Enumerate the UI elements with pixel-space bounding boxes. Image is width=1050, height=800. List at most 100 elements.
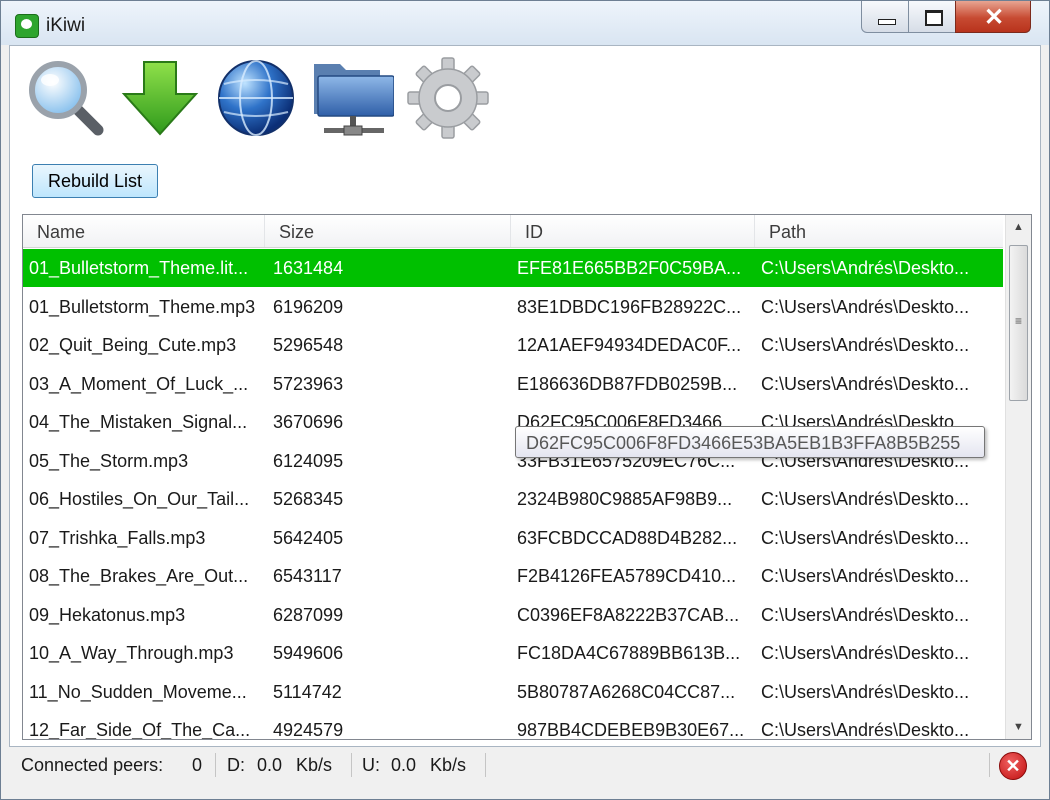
table-row[interactable]: 03_A_Moment_Of_Luck_... 5723963 E186636DB8…	[23, 365, 1003, 403]
row-name: 08_The_Brakes_Are_Out...	[29, 566, 249, 586]
status-separator	[485, 753, 486, 777]
row-size: 3670696	[273, 412, 344, 432]
row-size: 1631484	[273, 258, 344, 278]
toolbar	[18, 54, 518, 146]
upload-speed-unit: Kb/s	[430, 755, 467, 775]
row-path: C:\Users\Andrés\Deskto...	[761, 566, 970, 586]
table-row[interactable]: 01_Bulletstorm_Theme.lit... 1631484 EFE81E…	[23, 249, 1003, 287]
row-id: 12A1AEF94934DEDAC0F...	[517, 335, 742, 355]
row-path: C:\Users\Andrés\Deskto...	[761, 258, 970, 278]
file-list[interactable]: Name Size ID Path 01_Bulletstorm_Theme.l…	[22, 214, 1032, 740]
row-id: EFE81E665BB2F0C59BA...	[517, 258, 742, 278]
connected-peers-label: Connected peers:	[21, 755, 164, 775]
table-row[interactable]: 01_Bulletstorm_Theme.mp3 6196209 83E1DBDC1…	[23, 288, 1003, 326]
row-path: C:\Users\Andrés\Deskto...	[761, 296, 970, 317]
row-size: 5296548	[273, 335, 344, 355]
table-row[interactable]: 11_No_Sudden_Moveme... 5114742 5B80787A626…	[23, 673, 1003, 711]
search-icon[interactable]	[24, 56, 108, 140]
row-name: 12_Far_Side_Of_The_Ca...	[29, 720, 251, 740]
upload-speed-label: U:	[362, 755, 380, 775]
row-size: 5949606	[273, 643, 344, 663]
column-header-id[interactable]: ID	[511, 215, 755, 247]
status-bar: Connected peers: 0 D: 0.0 Kb/s U: 0.0 Kb…	[9, 747, 1039, 783]
ikiwi-app-icon[interactable]	[15, 14, 39, 38]
row-size: 4924579	[273, 720, 344, 740]
error-icon[interactable]: ✕	[999, 752, 1027, 780]
row-path: C:\Users\Andrés\Deskto...	[761, 720, 970, 740]
main-panel: Rebuild List Name Size ID Path 01_Bullet…	[9, 45, 1041, 747]
row-path: C:\Users\Andrés\Deskto...	[761, 335, 970, 355]
table-row[interactable]: 09_Hekatonus.mp3 6287099 C0396EF8A8222B37C…	[23, 596, 1003, 634]
table-row[interactable]: 10_A_Way_Through.mp3 5949606 FC18DA4C67889…	[23, 634, 1003, 672]
row-name: 02_Quit_Being_Cute.mp3	[29, 335, 237, 355]
row-id: 2324B980C9885AF98B9...	[517, 489, 733, 509]
row-name: 06_Hostiles_On_Our_Tail...	[29, 489, 250, 509]
table-row[interactable]: 07_Trishka_Falls.mp3 5642405 63FCBDCCAD88D…	[23, 519, 1003, 557]
row-size: 6543117	[273, 566, 342, 586]
settings-gear-icon[interactable]	[406, 56, 490, 140]
row-id: 987BB4CDEBEB9B30E67...	[517, 720, 745, 740]
row-id: 63FCBDCCAD88D4B282...	[517, 527, 738, 548]
grip-icon: ≡	[1014, 314, 1022, 328]
table-row[interactable]: 06_Hostiles_On_Our_Tail... 5268345 2324B98…	[23, 480, 1003, 518]
rebuild-list-button[interactable]: Rebuild List	[32, 164, 158, 198]
row-id: E186636DB87FDB0259B...	[517, 373, 738, 394]
row-size: 5723963	[273, 373, 344, 394]
window-title: iKiwi	[46, 15, 86, 36]
globe-icon[interactable]	[214, 56, 298, 140]
table-row[interactable]: 02_Quit_Being_Cute.mp3 5296548 12A1AEF9493…	[23, 326, 1003, 364]
row-name: 01_Bulletstorm_Theme.lit...	[29, 258, 249, 278]
row-name: 04_The_Mistaken_Signal...	[29, 412, 248, 432]
vertical-scrollbar[interactable]: ▲ ≡ ▼	[1005, 215, 1031, 739]
row-id: 5B80787A6268C04CC87...	[517, 681, 736, 702]
download-speed-unit: Kb/s	[296, 755, 333, 775]
row-size: 5268345	[273, 489, 344, 509]
row-path: C:\Users\Andrés\Deskto...	[761, 527, 970, 548]
close-button[interactable]: ✕	[955, 1, 1031, 33]
download-speed-label: D:	[227, 755, 245, 775]
row-size: 5642405	[273, 527, 344, 548]
list-header: Name Size ID Path	[23, 215, 1003, 248]
row-name: 01_Bulletstorm_Theme.mp3	[29, 296, 256, 317]
minimize-button[interactable]	[861, 1, 909, 33]
status-separator	[351, 753, 352, 777]
app-window: iKiwi ✕ Rebuild List Name Size ID Path 0…	[0, 0, 1050, 800]
row-path: C:\Users\Andrés\Deskto...	[761, 489, 970, 509]
scrollbar-thumb[interactable]: ≡	[1009, 245, 1028, 401]
row-path: C:\Users\Andrés\Deskto...	[761, 643, 970, 663]
row-size: 5114742	[273, 681, 342, 702]
row-id: 83E1DBDC196FB28922C...	[517, 296, 742, 317]
row-size: 6124095	[273, 450, 344, 471]
connected-peers-value: 0	[192, 755, 203, 775]
maximize-icon	[925, 10, 943, 26]
close-icon: ✕	[983, 4, 1005, 31]
row-name: 05_The_Storm.mp3	[29, 450, 189, 471]
row-name: 09_Hekatonus.mp3	[29, 604, 186, 625]
download-icon[interactable]	[118, 56, 202, 140]
column-header-name[interactable]: Name	[23, 215, 265, 247]
maximize-button[interactable]	[908, 1, 956, 33]
column-header-path[interactable]: Path	[755, 215, 1003, 247]
row-size: 6196209	[273, 296, 344, 317]
title-bar[interactable]: iKiwi ✕	[1, 1, 1049, 45]
minimize-icon	[878, 19, 896, 25]
status-separator	[215, 753, 216, 777]
row-path: C:\Users\Andrés\Deskto...	[761, 681, 970, 702]
row-name: 10_A_Way_Through.mp3	[29, 643, 234, 663]
row-name: 03_A_Moment_Of_Luck_...	[29, 373, 249, 394]
row-id: F2B4126FEA5789CD410...	[517, 566, 737, 586]
table-row[interactable]: 12_Far_Side_Of_The_Ca... 4924579 987BB4CDE…	[23, 711, 1003, 740]
row-id: FC18DA4C67889BB613B...	[517, 643, 741, 663]
status-separator	[989, 753, 990, 777]
shared-folder-icon[interactable]	[310, 56, 395, 140]
row-name: 11_No_Sudden_Moveme...	[29, 681, 247, 702]
scroll-down-icon[interactable]: ▼	[1006, 715, 1031, 739]
upload-speed-value: 0.0	[391, 755, 417, 775]
row-path: C:\Users\Andrés\Deskto...	[761, 373, 970, 394]
column-header-size[interactable]: Size	[265, 215, 511, 247]
table-row[interactable]: 08_The_Brakes_Are_Out... 6543117 F2B4126FE…	[23, 557, 1003, 595]
scroll-up-icon[interactable]: ▲	[1006, 215, 1031, 239]
download-speed-value: 0.0	[257, 755, 283, 775]
row-size: 6287099	[273, 604, 344, 625]
id-tooltip: D62FC95C006F8FD3466E53BA5EB1B3FFA8B5B255	[515, 426, 985, 458]
